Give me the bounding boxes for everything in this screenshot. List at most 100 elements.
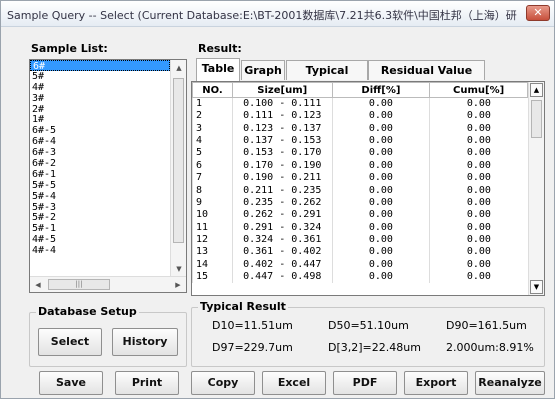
table-cell: 0.00 (429, 147, 528, 160)
right-arrow-icon[interactable]: ▶ (170, 277, 186, 293)
up-arrow-icon[interactable]: ▲ (171, 60, 187, 76)
column-header-diff[interactable]: Diff[%] (331, 82, 431, 98)
table-row[interactable]: 5 0.153 - 0.170 0.00 0.00 (192, 147, 528, 160)
table-row[interactable]: 2 0.111 - 0.123 0.00 0.00 (192, 110, 528, 123)
database-setup-group: Database Setup Select History (29, 305, 187, 367)
table-row[interactable]: 9 0.235 - 0.262 0.00 0.00 (192, 196, 528, 210)
history-button[interactable]: History (112, 328, 178, 356)
d32-value: D[3,2]=22.48um (328, 341, 421, 354)
table-row[interactable]: 4 0.137 - 0.153 0.00 0.00 (192, 134, 528, 148)
table-cell: 3 (192, 122, 233, 135)
down-arrow-icon[interactable]: ▼ (171, 261, 187, 277)
table-cell: 0.00 (331, 147, 430, 160)
table-scroll-thumb[interactable] (531, 100, 542, 138)
table-cell: 0.100 - 0.111 (231, 97, 333, 110)
table-cell: 0.00 (331, 134, 430, 148)
list-item[interactable]: 6#-4 (30, 136, 170, 147)
list-item[interactable]: 5#-2 (30, 212, 170, 224)
list-item[interactable]: 6# (30, 60, 170, 72)
table-cell: 0.00 (429, 110, 528, 123)
table-cell: 13 (192, 246, 233, 259)
export-button[interactable]: Export (404, 371, 468, 395)
down-arrow-icon[interactable]: ▼ (530, 280, 543, 294)
close-button[interactable]: ✕ (526, 5, 550, 21)
d90-value: D90=161.5um (446, 319, 527, 332)
result-label: Result: (198, 42, 242, 55)
list-item[interactable]: 6#-5 (30, 125, 170, 136)
table-row[interactable]: 1 0.100 - 0.111 0.00 0.00 (192, 97, 528, 110)
table-row[interactable]: 3 0.123 - 0.137 0.00 0.00 (192, 122, 528, 135)
column-header-cumu[interactable]: Cumu[%] (429, 82, 528, 98)
table-cell: 14 (192, 258, 233, 272)
list-item[interactable]: 3# (30, 93, 170, 104)
list-hscroll-thumb[interactable]: ||| (48, 279, 110, 290)
list-item[interactable]: 6#-2 (30, 158, 170, 169)
select-button[interactable]: Select (38, 328, 102, 356)
table-row[interactable]: 14 0.402 - 0.447 0.00 0.00 (192, 258, 528, 272)
list-item[interactable]: 5#-4 (30, 191, 170, 202)
tab-table[interactable]: Table (196, 58, 240, 81)
list-item[interactable]: 6#-1 (30, 169, 170, 180)
table-row[interactable]: 8 0.211 - 0.235 0.00 0.00 (192, 184, 528, 197)
list-item[interactable]: 4# (30, 82, 170, 93)
pdf-button[interactable]: PDF (333, 371, 397, 395)
table-cell: 0.291 - 0.324 (231, 221, 333, 234)
table-cell: 0.00 (331, 209, 430, 222)
table-cell: 0.00 (331, 196, 430, 210)
table-row[interactable]: 13 0.361 - 0.402 0.00 0.00 (192, 246, 528, 259)
table-row[interactable]: 15 0.447 - 0.498 0.00 0.00 (192, 271, 528, 284)
table-cell: 0.00 (331, 271, 430, 284)
reanalyze-button[interactable]: Reanalyze (475, 371, 545, 395)
list-item[interactable]: 5#-1 (30, 223, 170, 234)
table-cell: 0.00 (331, 97, 430, 110)
window-title: Sample Query -- Select (Current Database… (7, 9, 517, 22)
column-header-no[interactable]: NO. (192, 82, 233, 98)
excel-button[interactable]: Excel (262, 371, 326, 395)
table-cell: 4 (192, 134, 233, 148)
title-bar[interactable]: Sample Query -- Select (Current Database… (1, 1, 554, 27)
table-cell: 0.211 - 0.235 (231, 184, 333, 197)
column-header-size[interactable]: Size[um] (231, 82, 333, 98)
table-cell: 0.235 - 0.262 (231, 196, 333, 210)
table-row[interactable]: 11 0.291 - 0.324 0.00 0.00 (192, 221, 528, 234)
list-item[interactable]: 1# (30, 114, 170, 126)
save-button[interactable]: Save (39, 371, 103, 395)
table-cell: 6 (192, 159, 233, 172)
up-arrow-icon[interactable]: ▲ (530, 83, 543, 97)
tab-graph[interactable]: Graph (241, 60, 285, 80)
list-item[interactable]: 6#-3 (30, 147, 170, 158)
tab-typical-result[interactable]: Typical Result (286, 60, 368, 96)
list-item[interactable]: 5#-5 (30, 180, 170, 191)
list-item[interactable]: 4#-4 (30, 245, 170, 256)
table-cell: 0.170 - 0.190 (231, 159, 333, 172)
print-button[interactable]: Print (115, 371, 179, 395)
table-cell: 0.137 - 0.153 (231, 134, 333, 148)
list-horizontal-scrollbar[interactable]: ◀ ||| ▶ (30, 276, 186, 292)
table-row[interactable]: 10 0.262 - 0.291 0.00 0.00 (192, 209, 528, 222)
list-item[interactable]: 4#-5 (30, 234, 170, 245)
list-vertical-scrollbar[interactable]: ▲ ▼ (170, 60, 186, 277)
table-cell: 2 (192, 110, 233, 123)
table-cell: 11 (192, 221, 233, 234)
table-cell: 0.00 (331, 110, 430, 123)
list-item[interactable]: 5#-3 (30, 202, 170, 213)
tab-residual-value-graph[interactable]: Residual Value Graph (368, 60, 485, 96)
list-item[interactable]: 2# (30, 104, 170, 115)
table-row[interactable]: 12 0.324 - 0.361 0.00 0.00 (192, 233, 528, 247)
table-cell: 0.262 - 0.291 (231, 209, 333, 222)
result-table-body: 1 0.100 - 0.111 0.00 0.00 2 0.111 - 0.123 0.00… (192, 97, 528, 284)
list-scroll-thumb[interactable] (173, 78, 184, 243)
table-row[interactable]: 6 0.170 - 0.190 0.00 0.00 (192, 159, 528, 172)
sample-list-label: Sample List: (31, 42, 108, 55)
table-cell: 0.00 (429, 246, 528, 259)
copy-button[interactable]: Copy (191, 371, 255, 395)
table-cell: 12 (192, 233, 233, 247)
table-cell: 15 (192, 271, 233, 284)
table-cell: 0.00 (331, 221, 430, 234)
table-row[interactable]: 7 0.190 - 0.211 0.00 0.00 (192, 171, 528, 185)
sample-listbox[interactable]: 6# 5# 4# 3# 2# 1# 6#-5 6#-4 6#-3 6#-2 6#-1 5#-5 5#-4… (29, 59, 187, 293)
table-vertical-scrollbar[interactable]: ▲ ▼ (528, 82, 544, 295)
result-table-container[interactable]: NO. Size[um] Diff[%] Cumu[%] 1 0.100 - 0.… (191, 81, 545, 296)
left-arrow-icon[interactable]: ◀ (30, 277, 46, 293)
list-item[interactable]: 5# (30, 71, 170, 82)
